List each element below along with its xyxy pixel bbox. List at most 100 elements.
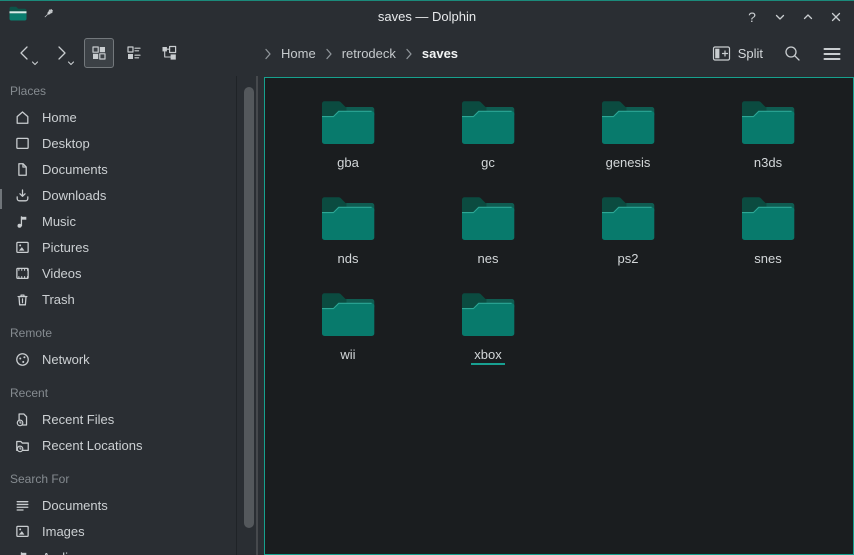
- folder-item-xbox[interactable]: xbox: [418, 282, 558, 378]
- icons-view-button[interactable]: [84, 38, 114, 68]
- breadcrumb-home[interactable]: Home: [281, 46, 316, 61]
- chevron-right-icon: [405, 48, 413, 60]
- recent-section-header: Recent: [10, 384, 236, 402]
- folder-icon: [319, 98, 377, 146]
- recent-folder-icon: [14, 437, 31, 454]
- places-panel: Places Home Desktop Documents Downloads …: [0, 76, 236, 555]
- folder-item-gc[interactable]: gc: [418, 90, 558, 186]
- folder-icon: [459, 290, 517, 338]
- sidebar-item-recent-files[interactable]: Recent Files: [8, 406, 236, 432]
- desktop-icon: [14, 135, 31, 152]
- music-note-icon: [14, 213, 31, 230]
- main-toolbar: Home retrodeck saves Split: [0, 31, 854, 76]
- folder-label: genesis: [603, 155, 654, 171]
- home-icon: [14, 109, 31, 126]
- folder-label-focused: xbox: [471, 347, 504, 365]
- window-edge-indicator: [0, 189, 2, 209]
- titlebar[interactable]: saves — Dolphin ?: [0, 2, 854, 31]
- folder-icon: [739, 98, 797, 146]
- folder-label: gba: [334, 155, 362, 171]
- film-icon: [14, 265, 31, 282]
- folder-label: ps2: [615, 251, 642, 267]
- dolphin-window: { "window": { "title": "saves — Dolphin"…: [0, 0, 854, 555]
- panel-splitter[interactable]: [256, 76, 258, 555]
- details-view-button[interactable]: [119, 38, 149, 68]
- sidebar-item-trash[interactable]: Trash: [8, 286, 236, 312]
- download-icon: [14, 187, 31, 204]
- folder-icon: [599, 194, 657, 242]
- folder-item-genesis[interactable]: genesis: [558, 90, 698, 186]
- sidebar-item-videos[interactable]: Videos: [8, 260, 236, 286]
- folder-icon: [319, 290, 377, 338]
- folder-item-wii[interactable]: wii: [278, 282, 418, 378]
- sidebar-item-recent-locations[interactable]: Recent Locations: [8, 432, 236, 458]
- image-icon: [14, 523, 31, 540]
- sidebar-item-network[interactable]: Network: [8, 346, 236, 372]
- details-view-icon: [126, 45, 142, 61]
- forward-button[interactable]: [46, 38, 76, 68]
- image-icon: [14, 239, 31, 256]
- folder-item-nes[interactable]: nes: [418, 186, 558, 282]
- places-section-header: Places: [10, 82, 236, 100]
- hamburger-menu-button[interactable]: [822, 46, 842, 62]
- sidebar-item-search-documents[interactable]: Documents: [8, 492, 236, 518]
- search-for-section-header: Search For: [10, 470, 236, 488]
- music-note-icon: [14, 549, 31, 555]
- icons-view-icon: [91, 45, 107, 61]
- folder-icon: [319, 194, 377, 242]
- sidebar-divider: [236, 76, 237, 555]
- maximize-button[interactable]: [798, 7, 818, 27]
- tree-view-button[interactable]: [154, 38, 184, 68]
- breadcrumb: Home retrodeck saves: [264, 31, 458, 76]
- close-button[interactable]: [826, 7, 846, 27]
- folder-icon: [739, 194, 797, 242]
- folder-label: nds: [335, 251, 362, 267]
- back-button[interactable]: [10, 38, 40, 68]
- tree-view-icon: [161, 45, 178, 61]
- split-view-icon: [712, 45, 731, 62]
- folder-view[interactable]: gba gc genesis: [264, 77, 854, 555]
- split-button-label: Split: [738, 46, 763, 61]
- sidebar-item-documents[interactable]: Documents: [8, 156, 236, 182]
- sidebar-item-downloads[interactable]: Downloads: [8, 182, 236, 208]
- network-icon: [14, 351, 31, 368]
- folder-label: nes: [475, 251, 502, 267]
- remote-section-header: Remote: [10, 324, 236, 342]
- sidebar-scrollbar[interactable]: [244, 87, 254, 528]
- window-title: saves — Dolphin: [0, 2, 854, 31]
- folder-label: wii: [337, 347, 358, 363]
- folder-icon: [599, 98, 657, 146]
- folder-icon: [459, 194, 517, 242]
- sidebar-item-desktop[interactable]: Desktop: [8, 130, 236, 156]
- minimize-button[interactable]: [770, 7, 790, 27]
- sidebar-item-search-audio[interactable]: Audio: [8, 544, 236, 555]
- chevron-right-icon: [325, 48, 333, 60]
- breadcrumb-saves[interactable]: saves: [422, 46, 458, 61]
- hamburger-menu-icon: [822, 46, 842, 62]
- recent-file-icon: [14, 411, 31, 428]
- folder-item-nds[interactable]: nds: [278, 186, 418, 282]
- chevron-right-icon: [264, 48, 272, 60]
- breadcrumb-retrodeck[interactable]: retrodeck: [342, 46, 396, 61]
- forward-dropdown-caret: [67, 61, 75, 66]
- sidebar-item-home[interactable]: Home: [8, 104, 236, 130]
- trash-icon: [14, 291, 31, 308]
- split-button[interactable]: Split: [712, 45, 763, 62]
- folder-item-gba[interactable]: gba: [278, 90, 418, 186]
- folder-item-snes[interactable]: snes: [698, 186, 838, 282]
- text-lines-icon: [14, 497, 31, 514]
- folder-item-n3ds[interactable]: n3ds: [698, 90, 838, 186]
- search-button[interactable]: [783, 44, 802, 63]
- sidebar-item-music[interactable]: Music: [8, 208, 236, 234]
- folder-item-ps2[interactable]: ps2: [558, 186, 698, 282]
- folder-label: snes: [751, 251, 784, 267]
- folder-label: gc: [478, 155, 498, 171]
- document-icon: [14, 161, 31, 178]
- folder-grid: gba gc genesis: [265, 78, 853, 378]
- folder-label: n3ds: [751, 155, 785, 171]
- sidebar-item-search-images[interactable]: Images: [8, 518, 236, 544]
- sidebar-item-pictures[interactable]: Pictures: [8, 234, 236, 260]
- folder-icon: [459, 98, 517, 146]
- help-button[interactable]: ?: [742, 7, 762, 27]
- search-icon: [783, 44, 802, 63]
